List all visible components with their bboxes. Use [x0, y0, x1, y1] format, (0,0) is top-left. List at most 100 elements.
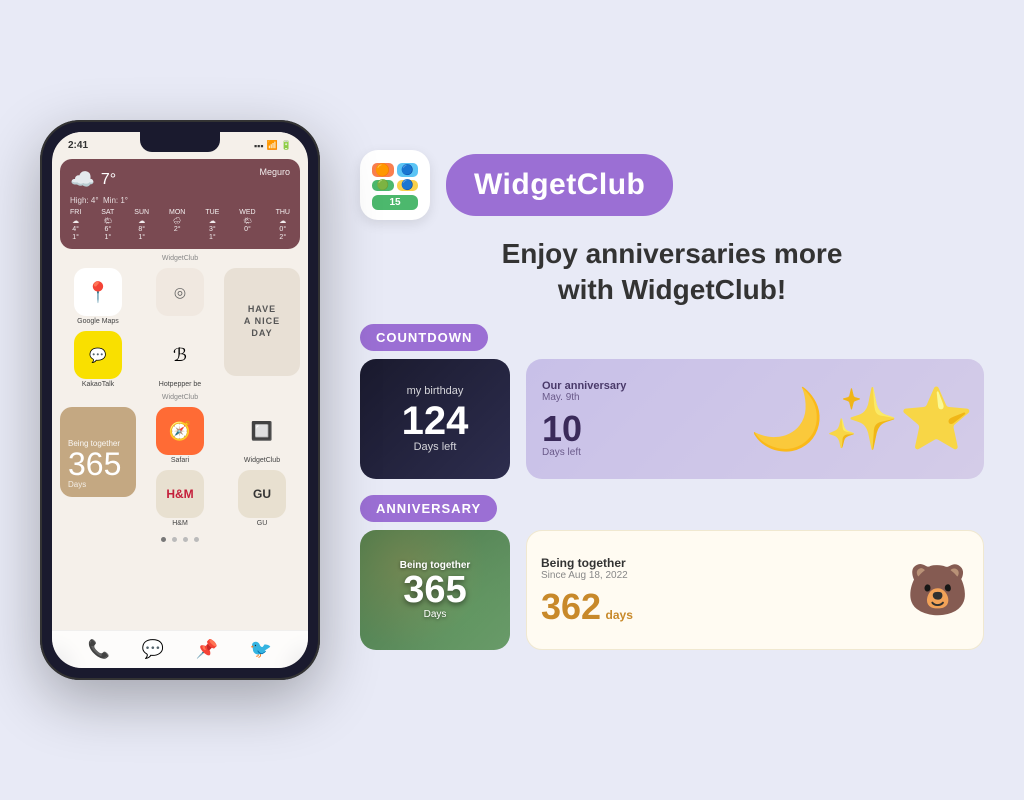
weather-day-wed: WED🌤0°	[239, 209, 255, 241]
kakao-icon: 💬	[74, 331, 122, 379]
together365-number: 365	[403, 571, 466, 609]
countdown-section: COUNTDOWN my birthday 124 Days left Our …	[360, 324, 984, 479]
weather-top: ☁️ 7° Meguro	[70, 167, 290, 192]
moon-text: Our anniversary May. 9th 10 Days left	[542, 380, 626, 458]
weather-day-tue: TUE☁3°1°	[205, 209, 219, 241]
hm-icon: H&M	[156, 470, 204, 518]
weather-day-thu: THU☁0°2°	[276, 209, 290, 241]
gu-icon: GU	[238, 470, 286, 518]
battery-icon: 🔋	[281, 140, 292, 151]
moon-subtitle: Days left	[542, 447, 626, 458]
logo-app-blue: 🔵	[397, 163, 419, 177]
birthday-number: 124	[402, 401, 469, 441]
tagline-line1: Enjoy anniversaries more	[502, 238, 843, 269]
weather-location: Meguro	[259, 167, 290, 177]
together365-bg: Being together 365 Days	[360, 530, 510, 650]
weather-cloud-icon: ☁️	[70, 167, 95, 192]
bear-since: Since Aug 18, 2022	[541, 570, 907, 581]
tagline-line2: with WidgetClub!	[558, 274, 786, 305]
together365-days: Days	[424, 609, 447, 620]
together-num: 365	[68, 448, 121, 480]
app-logo: 🟠 🔵 🟢 🔵 15	[360, 150, 430, 220]
phone-notch	[140, 132, 220, 152]
moon-visual-icon: 🌙✨⭐	[750, 384, 974, 455]
weather-detail: High: 4° Min: 1°	[70, 196, 290, 205]
safari-label: Safari	[171, 457, 189, 464]
hotpepper-icon: ℬ	[156, 331, 204, 379]
moon-card: Our anniversary May. 9th 10 Days left 🌙✨…	[526, 359, 984, 479]
app-google-maps: 📍 Google Maps	[60, 268, 136, 325]
right-section: 🟠 🔵 🟢 🔵 15 WidgetClub Enjoy anniversarie…	[360, 150, 984, 651]
header-row: 🟠 🔵 🟢 🔵 15 WidgetClub	[360, 150, 984, 220]
bear-title: Being together	[541, 556, 907, 570]
birthday-subtitle: Days left	[414, 441, 457, 453]
message-icon: 💬	[142, 639, 164, 660]
weather-day-sat: SAT🌤6°1°	[101, 209, 114, 241]
hm-label: H&M	[172, 520, 188, 527]
widget-row: Being together 365 Days 🧭 Safari H&M H&M…	[60, 407, 300, 527]
app-target: ◎	[142, 268, 218, 325]
tagline: Enjoy anniversaries more with WidgetClub…	[360, 236, 984, 309]
google-maps-label: Google Maps	[77, 318, 119, 325]
dot-2	[172, 537, 177, 542]
weather-temp: 7°	[101, 171, 116, 189]
widgetclub2-icon: 🔲	[238, 407, 286, 455]
phone-screen: 2:41 ▪▪▪ 📶 🔋 ☁️ 7°	[52, 132, 308, 668]
together-days: Days	[68, 480, 86, 489]
bear-number-row: 362 days	[541, 589, 907, 625]
app-gu-line: 🔲 WidgetClub GU GU	[224, 407, 300, 527]
google-maps-icon: 📍	[74, 268, 122, 316]
birthday-card: my birthday 124 Days left	[360, 359, 510, 479]
app-grid: 📍 Google Maps ◎ HAVEA NICEDAY 💬 KakaoTal…	[60, 268, 300, 388]
moon-number: 10	[542, 411, 626, 447]
brand-pill: WidgetClub	[446, 154, 673, 216]
widgetclub2-label: WidgetClub	[244, 457, 280, 464]
logo-inner: 🟠 🔵 🟢 🔵 15	[364, 154, 426, 216]
together-widget: Being together 365 Days	[60, 407, 136, 497]
pinterest-icon: 📌	[196, 639, 218, 660]
weather-day-fri: FRI☁4°1°	[70, 209, 81, 241]
moon-date: May. 9th	[542, 392, 626, 403]
countdown-label: COUNTDOWN	[360, 324, 488, 351]
logo-app-red: 🟠	[372, 163, 394, 177]
safari-icon: 🧭	[156, 407, 204, 455]
nice-day-card: HAVEA NICEDAY	[224, 268, 300, 376]
phone-icon: 📞	[88, 639, 110, 660]
dot-1	[161, 537, 166, 542]
status-icons: ▪▪▪ 📶 🔋	[254, 140, 292, 151]
brand-name: WidgetClub	[474, 168, 645, 201]
wifi-icon: 📶	[267, 140, 278, 151]
signal-icon: ▪▪▪	[254, 141, 264, 151]
weather-day-mon: MON🌧2°	[169, 209, 185, 241]
birthday-title: my birthday	[407, 385, 464, 397]
app-kakao: 💬 KakaoTalk	[60, 331, 136, 388]
weather-day-sun: SUN☁8°1°	[134, 209, 149, 241]
weather-left: ☁️ 7°	[70, 167, 116, 192]
bear-card: Being together Since Aug 18, 2022 362 da…	[526, 530, 984, 650]
moon-title: Our anniversary	[542, 380, 626, 392]
hotpepper-label: Hotpepper be	[159, 381, 201, 388]
logo-app-yellow: 🔵	[397, 180, 419, 191]
phone-mockup: 2:41 ▪▪▪ 📶 🔋 ☁️ 7°	[40, 120, 320, 680]
phone-frame: 2:41 ▪▪▪ 📶 🔋 ☁️ 7°	[40, 120, 320, 680]
dot-4	[194, 537, 199, 542]
countdown-cards-row: my birthday 124 Days left Our anniversar…	[360, 359, 984, 479]
anniversary-section: ANNIVERSARY Being together 365 Days Bein…	[360, 495, 984, 650]
bear-days-label: days	[606, 608, 633, 622]
anniversary-label: ANNIVERSARY	[360, 495, 497, 522]
together-text: Being together	[68, 439, 120, 448]
widgetclub-label-grid: WidgetClub	[52, 394, 308, 401]
logo-15-badge: 15	[372, 195, 418, 210]
together365-card: Being together 365 Days	[360, 530, 510, 650]
widgetclub-label-weather: WidgetClub	[52, 255, 308, 262]
logo-app-green: 🟢	[372, 180, 394, 191]
page-dots	[52, 537, 308, 542]
status-time: 2:41	[68, 140, 88, 151]
app-safari: 🧭 Safari H&M H&M	[142, 407, 218, 527]
weather-days-row: FRI☁4°1° SAT🌤6°1° SUN☁8°1° MON🌧2° TUE☁3°…	[70, 209, 290, 241]
phone-bottom-bar: 📞 💬 📌 🐦	[52, 630, 308, 668]
bear-visual-icon: 🐻	[907, 561, 969, 620]
dot-3	[183, 537, 188, 542]
target-icon: ◎	[156, 268, 204, 316]
gu-label: GU	[257, 520, 268, 527]
